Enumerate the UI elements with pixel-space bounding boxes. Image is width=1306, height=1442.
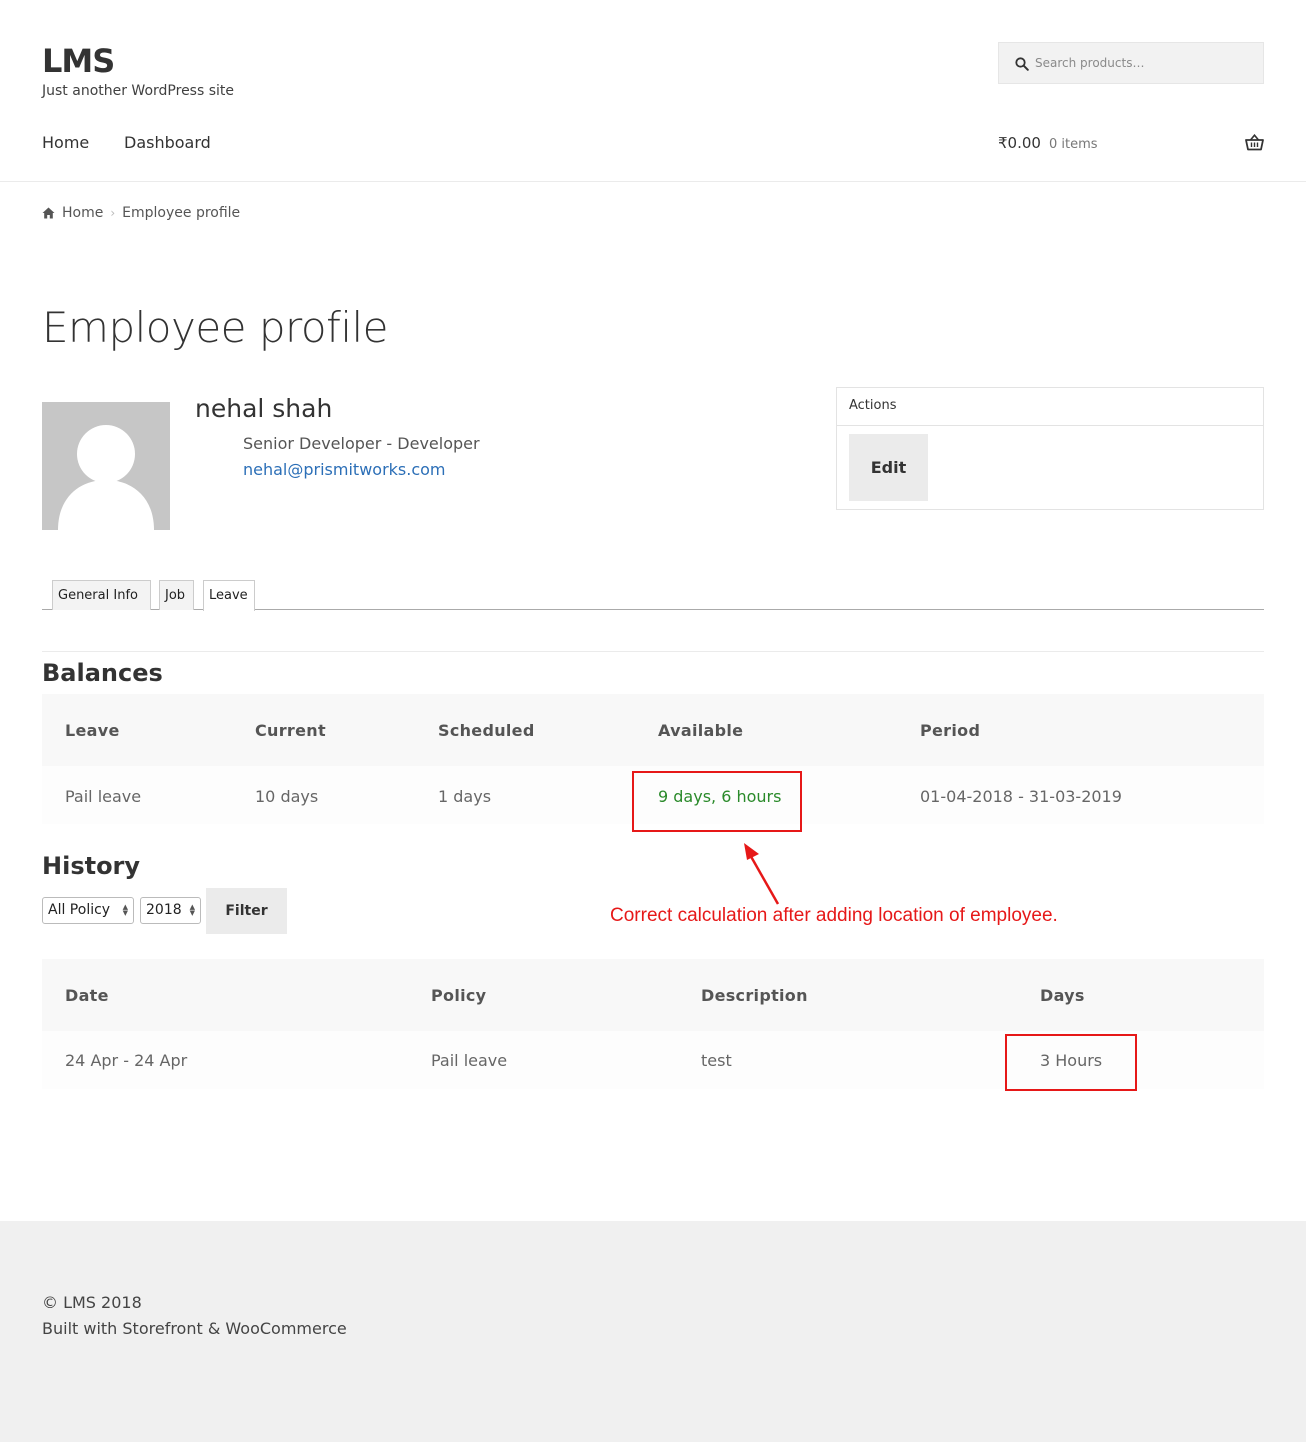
balances-col-period: Period bbox=[920, 721, 981, 740]
select-arrows-icon: ▲ ▼ bbox=[189, 903, 195, 917]
tab-leave[interactable]: Leave bbox=[203, 580, 255, 611]
annotation-box-days bbox=[1005, 1034, 1137, 1091]
history-col-policy: Policy bbox=[431, 986, 487, 1005]
footer-credit: Built with Storefront & WooCommerce bbox=[42, 1319, 347, 1338]
policy-select[interactable]: All Policy ▲ ▼ bbox=[42, 897, 134, 924]
footer-copyright: © LMS 2018 bbox=[42, 1293, 142, 1312]
search-icon bbox=[1015, 57, 1029, 71]
profile-tabs: General Info Job Leave bbox=[42, 580, 1264, 611]
home-icon bbox=[42, 207, 55, 219]
year-select-value: 2018 bbox=[146, 902, 182, 918]
breadcrumb-current: Employee profile bbox=[122, 205, 241, 221]
edit-button[interactable]: Edit bbox=[849, 434, 928, 501]
breadcrumb-separator: › bbox=[110, 206, 116, 220]
site-footer: © LMS 2018 Built with Storefront & WooCo… bbox=[0, 1221, 1306, 1442]
balances-title: Balances bbox=[42, 659, 163, 687]
avatar-placeholder-icon bbox=[58, 425, 154, 530]
employee-name: nehal shah bbox=[195, 394, 333, 423]
basket-icon[interactable] bbox=[1245, 134, 1264, 151]
balance-leave-type: Pail leave bbox=[65, 787, 142, 806]
tab-job[interactable]: Job bbox=[159, 580, 194, 610]
site-title[interactable]: LMS bbox=[42, 42, 115, 80]
nav-item-home[interactable]: Home bbox=[42, 133, 89, 152]
balances-header-row: Leave Current Scheduled Available Period bbox=[42, 694, 1264, 766]
employee-email-link[interactable]: nehal@prismitworks.com bbox=[243, 460, 446, 479]
history-description: test bbox=[701, 1051, 732, 1070]
select-arrows-icon: ▲ ▼ bbox=[122, 903, 128, 917]
annotation-box-available bbox=[632, 771, 802, 832]
history-col-days: Days bbox=[1040, 986, 1085, 1005]
history-title: History bbox=[42, 852, 141, 880]
search-input[interactable] bbox=[1035, 43, 1257, 83]
breadcrumb-home-link[interactable]: Home bbox=[62, 205, 103, 221]
balances-col-leave: Leave bbox=[65, 721, 120, 740]
search-form bbox=[998, 42, 1264, 84]
year-select[interactable]: 2018 ▲ ▼ bbox=[140, 897, 201, 924]
site-tagline: Just another WordPress site bbox=[42, 83, 235, 99]
history-col-description: Description bbox=[701, 986, 808, 1005]
balances-col-available: Available bbox=[658, 721, 744, 740]
cart-amount[interactable]: ₹0.00 bbox=[998, 134, 1041, 152]
nav-item-dashboard[interactable]: Dashboard bbox=[124, 133, 211, 152]
avatar bbox=[42, 402, 170, 530]
history-header-row: Date Policy Description Days bbox=[42, 959, 1264, 1031]
balance-period: 01-04-2018 - 31-03-2019 bbox=[920, 787, 1122, 806]
breadcrumb: Home › Employee profile bbox=[42, 205, 240, 221]
history-policy: Pail leave bbox=[431, 1051, 508, 1070]
balance-current: 10 days bbox=[255, 787, 319, 806]
employee-role: Senior Developer - Developer bbox=[243, 434, 480, 453]
annotation-arrow-icon bbox=[744, 843, 780, 905]
filter-button[interactable]: Filter bbox=[206, 888, 287, 934]
annotation-text: Correct calculation after adding locatio… bbox=[610, 905, 1058, 926]
history-col-date: Date bbox=[65, 986, 109, 1005]
cart-count[interactable]: 0 items bbox=[1049, 137, 1098, 152]
balance-scheduled: 1 days bbox=[438, 787, 492, 806]
balances-col-scheduled: Scheduled bbox=[438, 721, 535, 740]
balances-col-current: Current bbox=[255, 721, 326, 740]
history-date: 24 Apr - 24 Apr bbox=[65, 1051, 188, 1070]
actions-panel: Actions Edit bbox=[836, 387, 1264, 510]
tab-general-info[interactable]: General Info bbox=[52, 580, 151, 610]
header-divider bbox=[0, 181, 1306, 182]
actions-title: Actions bbox=[837, 388, 1263, 426]
section-divider bbox=[42, 651, 1264, 652]
policy-select-value: All Policy bbox=[48, 902, 111, 918]
page-title: Employee profile bbox=[42, 303, 389, 352]
